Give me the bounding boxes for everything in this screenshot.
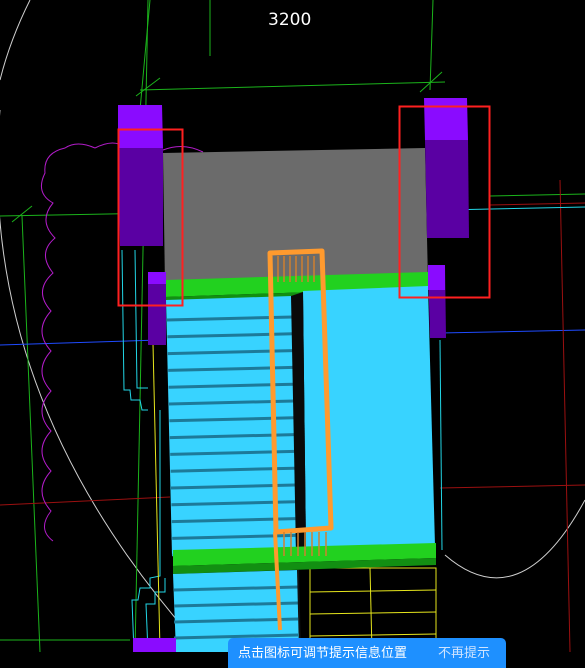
hint-toast[interactable]: 点击图标可调节提示信息位置 不再提示: [228, 638, 506, 668]
column-top-left: [118, 105, 163, 148]
column-body-right: [425, 140, 469, 238]
yellow-outline: [309, 633, 437, 637]
yellow-outline: [309, 611, 437, 615]
dimension-label: 3200: [268, 10, 312, 30]
circular-guide-line-top: [0, 0, 31, 81]
stair-model-scene: [0, 0, 585, 653]
column-bottom-left: [133, 638, 176, 652]
grid-line: [559, 179, 571, 653]
wall-outline: [439, 339, 443, 551]
grid-line: [21, 215, 41, 653]
yellow-outline: [151, 299, 161, 651]
column-body-left: [118, 148, 163, 246]
grid-line: [439, 484, 585, 489]
grid-line: [139, 0, 151, 111]
column-lower-right-top: [428, 265, 445, 290]
grid-line: [429, 0, 434, 91]
circular-guide-line-right: [444, 499, 585, 579]
grid-line: [0, 496, 171, 506]
column-top-right: [424, 98, 468, 140]
grid-line: [489, 193, 585, 197]
grid-line: [139, 81, 446, 91]
yellow-outline: [309, 589, 437, 593]
cad-3d-viewport[interactable]: 3200: [0, 0, 585, 653]
axis-tick-mark: [135, 77, 161, 97]
grid-line: [489, 202, 585, 206]
column-lower-left-top: [148, 272, 166, 284]
